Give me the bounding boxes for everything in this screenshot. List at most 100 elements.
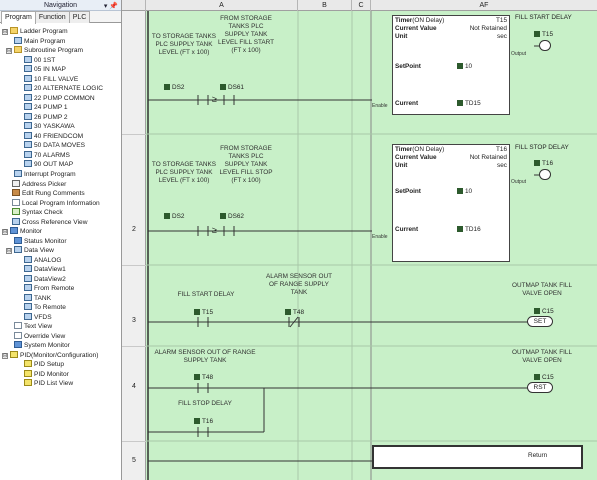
rung3-contact2-label[interactable]: T48 (285, 309, 304, 317)
rung3-coil-label[interactable]: C15 (534, 308, 554, 316)
tree-item-label: VFDS (34, 314, 52, 321)
tree-item-sub-90[interactable]: 90 OUT MAP (24, 160, 73, 170)
timer-cv-label: Current Value (395, 154, 437, 161)
collapse-icon[interactable]: ⊟ (2, 229, 8, 235)
rung2-coil-icon[interactable] (539, 169, 551, 180)
tree-item-text-view[interactable]: Text View (14, 322, 52, 332)
tree-item-monitor[interactable]: ⊟ Monitor (2, 227, 42, 237)
rung1-element-b[interactable]: DS61 (220, 84, 244, 92)
collapse-icon[interactable]: ⊟ (6, 48, 12, 54)
rung-number-5[interactable]: 5 (122, 457, 146, 464)
ladder-icon (14, 170, 22, 177)
timer-cv-label: Current Value (395, 25, 437, 32)
rung2-compare-icon[interactable]: ≥ (212, 226, 217, 235)
table-icon (24, 284, 32, 291)
column-header-af[interactable]: AF (371, 0, 597, 11)
table-icon (24, 265, 32, 272)
pid-icon (24, 370, 32, 377)
timer-cv-value: Not Retained (469, 25, 507, 32)
tree-item-label: Text View (24, 323, 53, 330)
rung2-element-a[interactable]: DS2 (164, 213, 184, 221)
ladder-icon (24, 94, 32, 101)
folder-icon (14, 46, 22, 53)
rung1-coil-icon[interactable] (539, 40, 551, 51)
program-tree: ⊟ Ladder Program Main Program ⊟ Subroutine… (0, 24, 121, 480)
tree-item-sub-24[interactable]: 24 PUMP 1 (24, 103, 68, 113)
tree-item-syntax-check[interactable]: Syntax Check (12, 208, 63, 218)
timer-id: T15 (495, 17, 507, 24)
collapse-icon[interactable]: ⊟ (2, 29, 8, 35)
pin-icon[interactable]: ▾ 📌 (104, 1, 118, 12)
timer-unit-value: sec (497, 33, 507, 40)
rung-number-4[interactable]: 4 (122, 383, 146, 390)
rung4-contact1-label[interactable]: T48 (194, 374, 213, 382)
tree-item-label: 50 DATA MOVES (34, 142, 86, 149)
tree-item-dataview-1[interactable]: DataView1 (24, 265, 66, 275)
tree-item-label: 90 OUT MAP (34, 161, 74, 168)
tree-item-edit-rung-comments[interactable]: Edit Rung Comments (12, 189, 85, 199)
collapse-icon[interactable]: ⊟ (2, 353, 8, 359)
document-icon (12, 199, 20, 206)
rung1-coil-label[interactable]: T15 (534, 31, 553, 39)
timer-block-t15[interactable]: Timer(ON Delay) T15 Current Value Not Re… (392, 15, 510, 115)
tree-item-data-view[interactable]: ⊟ Data View (6, 246, 54, 256)
rung4-rst-coil[interactable]: RST (527, 382, 553, 393)
address-icon (285, 309, 291, 315)
pid-icon (24, 360, 32, 367)
collapse-icon[interactable]: ⊟ (6, 248, 12, 254)
tree-item-sub-20[interactable]: 20 ALTERNATE LOGIC (24, 84, 103, 94)
column-header-a[interactable]: A (146, 0, 298, 11)
tab-plc[interactable]: PLC (68, 11, 91, 23)
tree-item-subroutine-program[interactable]: ⊟ Subroutine Program (6, 46, 83, 56)
column-header-c[interactable]: C (352, 0, 371, 11)
address-icon (457, 188, 463, 194)
tab-program[interactable]: Program (1, 11, 36, 24)
rung1-element-a[interactable]: DS2 (164, 84, 184, 92)
rung1-coil-comment: FILL START DELAY (515, 14, 572, 21)
table-icon (24, 275, 32, 282)
rung1-comment-b: FROM STORAGE TANKS PLC SUPPLY TANK LEVEL… (217, 15, 275, 54)
tree-item-ladder-program[interactable]: ⊟ Ladder Program (2, 27, 68, 37)
ladder-editor[interactable]: TO STORAGE TANKS PLC SUPPLY TANK LEVEL (… (146, 11, 597, 480)
address-icon (534, 308, 540, 314)
timer-block-t16[interactable]: Timer(ON Delay) T16 Current Value Not Re… (392, 144, 510, 262)
rung2-coil-label[interactable]: T16 (534, 160, 553, 168)
tree-item-system-monitor[interactable]: System Monitor (14, 341, 70, 351)
column-header-b[interactable]: B (298, 0, 352, 11)
picker-icon (12, 180, 20, 187)
rung2-element-b[interactable]: DS62 (220, 213, 244, 221)
element-label: DS2 (172, 213, 185, 220)
tree-item-pid-setup[interactable]: PID Setup (24, 360, 64, 370)
return-instruction[interactable] (372, 445, 583, 469)
rung1-compare-icon[interactable]: ≥ (212, 95, 217, 104)
timer-cv-value: Not Retained (469, 154, 507, 161)
ladder-icon (24, 65, 32, 72)
rung3-set-coil[interactable]: SET (527, 316, 553, 327)
tree-item-pid-list-view[interactable]: PID List View (24, 379, 73, 389)
rung-number-2[interactable]: 2 (122, 226, 146, 233)
tree-item-sub-30[interactable]: 30 YASKAWA (24, 122, 75, 132)
rung-divider (122, 265, 146, 266)
address-icon (534, 374, 540, 380)
tree-item-label: DataView2 (34, 276, 66, 283)
tree-item-label: PID Monitor (34, 371, 69, 378)
tree-item-from-remote[interactable]: From Remote (24, 284, 74, 294)
tree-item-sub-50[interactable]: 50 DATA MOVES (24, 141, 85, 151)
rung4-contact2-label[interactable]: T16 (194, 418, 213, 426)
timer-setpoint-value: 10 (457, 188, 472, 196)
tree-item-to-remote[interactable]: To Remote (24, 303, 66, 313)
rung3-contact1-label[interactable]: T15 (194, 309, 213, 317)
address-icon (164, 84, 170, 90)
ladder-icon (24, 160, 32, 167)
rung4-contact1-comment: ALARM SENSOR OUT OF RANGE SUPPLY TANK (154, 349, 256, 364)
tree-item-sub-05[interactable]: 05 IN MAP (24, 65, 66, 75)
ladder-icon (24, 141, 32, 148)
timer-current-label: Current (395, 226, 419, 233)
output-label: Output (511, 51, 527, 57)
folder-icon (10, 27, 18, 34)
tree-item-interrupt-program[interactable]: Interrupt Program (14, 170, 76, 180)
tab-function[interactable]: Function (34, 11, 70, 23)
rung-number-3[interactable]: 3 (122, 317, 146, 324)
rung4-coil-label[interactable]: C15 (534, 374, 554, 382)
tree-item-label: Subroutine Program (24, 47, 84, 54)
